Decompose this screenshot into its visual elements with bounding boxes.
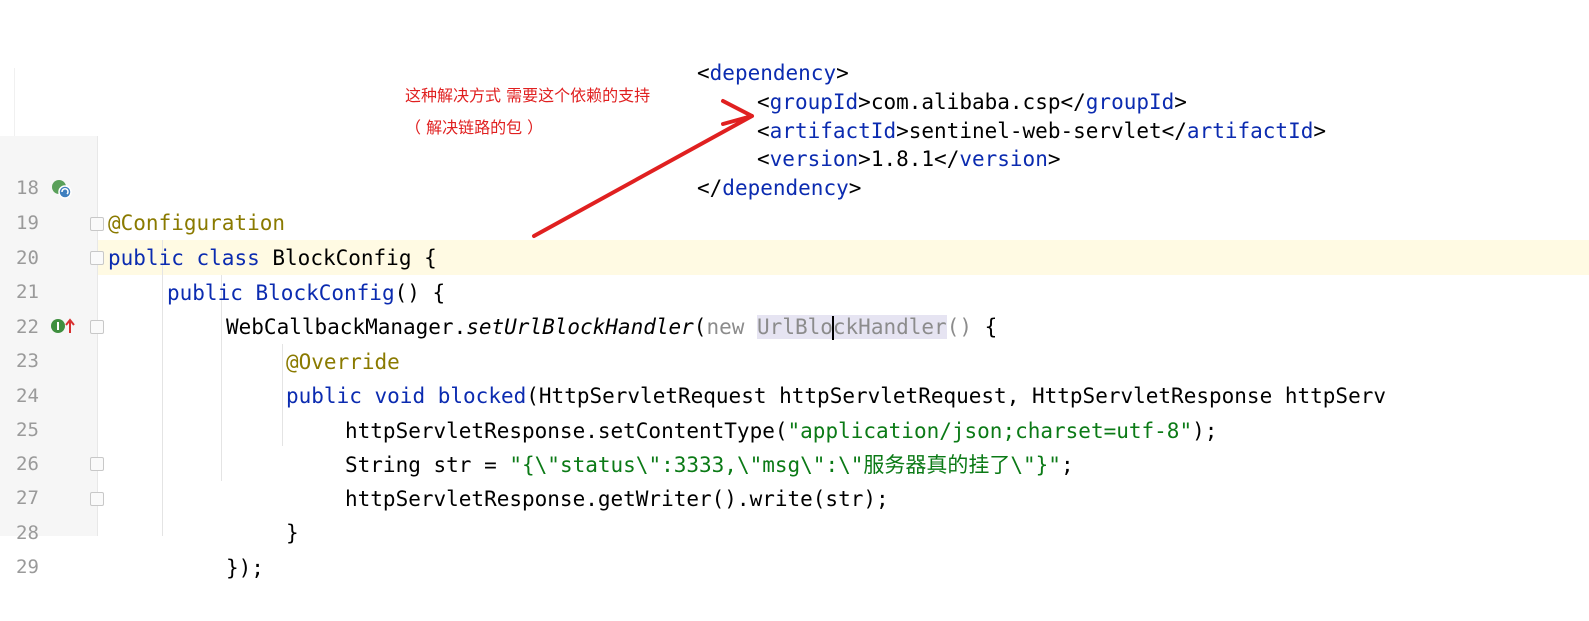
line-number: 29 (16, 556, 39, 578)
annotation-arrow (532, 99, 754, 238)
code-text: }); (226, 556, 264, 580)
